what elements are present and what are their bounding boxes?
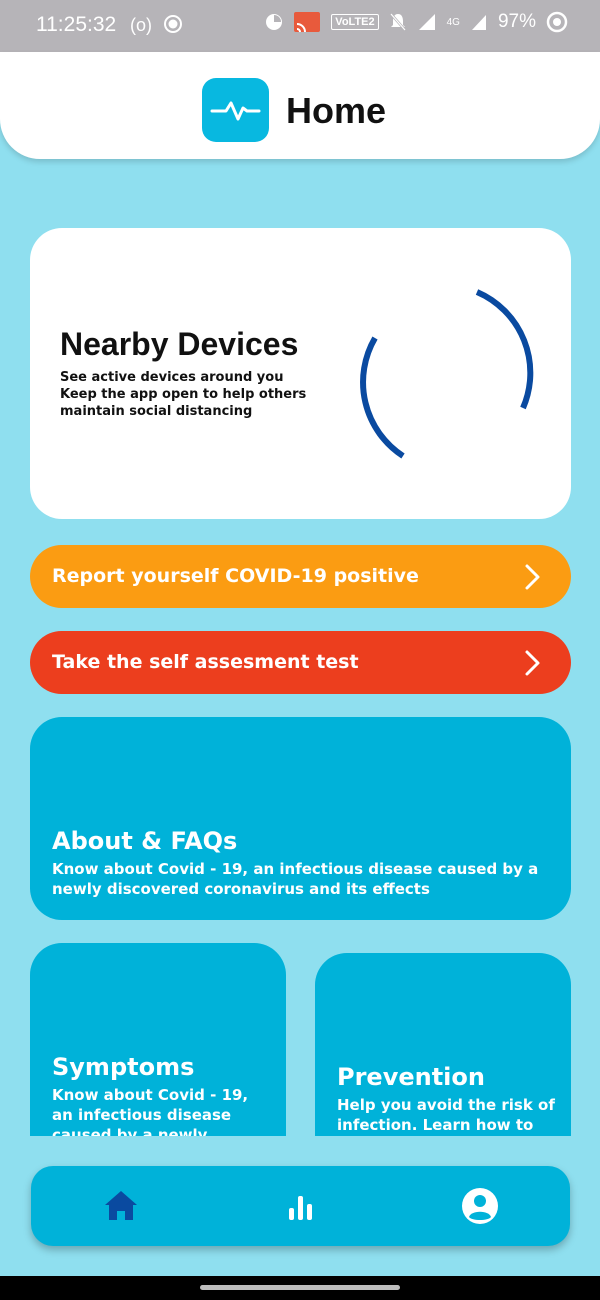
system-navigation-bar [0, 1276, 600, 1300]
heartbeat-icon [202, 78, 269, 142]
battery-icon [546, 11, 568, 33]
nearby-description: See active devices around you Keep the a… [60, 369, 340, 420]
cast-icon [294, 12, 321, 33]
record-icon [164, 15, 183, 33]
nav-stats[interactable] [281, 1186, 321, 1226]
app-header: Home [0, 52, 600, 159]
prevention-card[interactable]: Prevention Help you avoid the risk of in… [315, 953, 571, 1136]
bottom-navigation [31, 1166, 570, 1246]
status-bar: 11:25:32 (o) VoLTE2 4G 97% [0, 0, 600, 52]
symptoms-line-2: an infectious disease [52, 1106, 232, 1124]
nearby-title: Nearby Devices [60, 326, 299, 362]
report-positive-label: Report yourself COVID-19 positive [52, 565, 419, 587]
prevention-description: Help you avoid the risk of infection. Le… [337, 1095, 555, 1135]
nav-profile[interactable] [460, 1186, 500, 1226]
home-gesture-handle[interactable] [200, 1285, 400, 1290]
about-title: About & FAQs [52, 827, 238, 855]
status-time: 11:25:32 [36, 13, 117, 36]
home-icon [105, 1191, 137, 1220]
battery-percent: 97% [497, 11, 536, 32]
profile-icon [462, 1188, 498, 1224]
symptoms-line-1: Know about Covid - 19, [52, 1086, 249, 1104]
signal-icon [418, 14, 435, 30]
chevron-right-icon [525, 564, 540, 590]
page-title: Home [286, 90, 387, 131]
symptoms-title: Symptoms [52, 1053, 195, 1081]
self-assessment-label: Take the self assesment test [52, 651, 359, 673]
mute-icon [389, 13, 406, 31]
stats-icon [289, 1196, 312, 1220]
prevention-title: Prevention [337, 1063, 485, 1091]
hotspot-icon: (o) [130, 15, 152, 35]
status-left-icons: (o) [130, 14, 183, 36]
nav-home[interactable] [101, 1186, 141, 1226]
about-line-2: newly discovered coronavirus and its eff… [52, 880, 430, 898]
volte-badge: VoLTE2 [331, 14, 379, 30]
symptoms-line-3: caused by a newly [52, 1126, 208, 1136]
about-faqs-card[interactable]: About & FAQs Know about Covid - 19, an i… [30, 717, 571, 920]
signal-icon-2 [471, 15, 486, 30]
nearby-line-2: Keep the app open to help others [60, 387, 307, 402]
prevention-line-1: Help you avoid the risk of [337, 1096, 555, 1114]
about-description: Know about Covid - 19, an infectious dis… [52, 859, 538, 899]
chevron-right-icon [525, 650, 540, 676]
nearby-line-3: maintain social distancing [60, 404, 253, 419]
prevention-line-2: infection. Learn how to [337, 1116, 534, 1134]
vpn-icon [266, 14, 283, 30]
network-type: 4G [446, 16, 460, 28]
nearby-devices-card[interactable]: Nearby Devices See active devices around… [30, 228, 571, 519]
self-assessment-button[interactable]: Take the self assesment test [30, 631, 571, 694]
report-positive-button[interactable]: Report yourself COVID-19 positive [30, 545, 571, 608]
scanning-spinner-icon [360, 289, 534, 459]
about-line-1: Know about Covid - 19, an infectious dis… [52, 860, 539, 878]
symptoms-card[interactable]: Symptoms Know about Covid - 19, an infec… [30, 943, 286, 1136]
nearby-line-1: See active devices around you [60, 370, 284, 385]
symptoms-description: Know about Covid - 19, an infectious dis… [52, 1085, 248, 1136]
